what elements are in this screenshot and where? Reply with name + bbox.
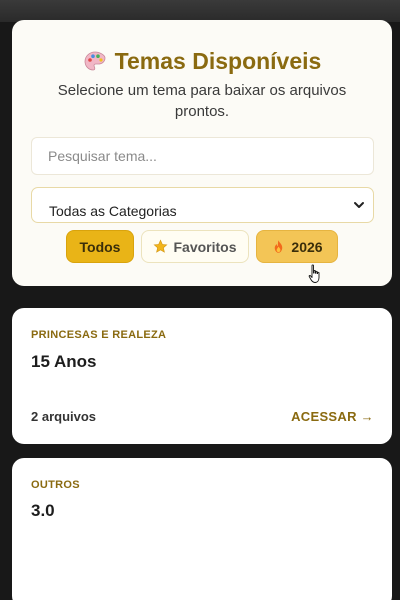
window-top-strip bbox=[0, 0, 400, 22]
themes-header-card: Temas Disponíveis Selecione um tema para… bbox=[12, 20, 392, 286]
search-input[interactable] bbox=[31, 137, 374, 175]
filter-favoritos-label: Favoritos bbox=[173, 238, 237, 255]
title-row: Temas Disponíveis bbox=[12, 48, 392, 75]
category-select-value: Todas as Categorias bbox=[49, 203, 177, 219]
page-subtitle: Selecione um tema para baixar os arquivo… bbox=[57, 82, 347, 120]
access-link[interactable]: ACESSAR → bbox=[291, 409, 374, 424]
hand-cursor-icon bbox=[308, 264, 320, 283]
theme-category: OUTROS bbox=[31, 479, 80, 491]
category-select[interactable]: Todas as Categorias bbox=[31, 187, 374, 223]
palette-icon bbox=[84, 51, 106, 70]
theme-category: PRINCESAS E REALEZA bbox=[31, 329, 167, 341]
filter-row: Todos Favoritos 2026 bbox=[12, 230, 392, 283]
filter-2026-button[interactable]: 2026 bbox=[256, 230, 338, 263]
filter-2026-label: 2026 bbox=[291, 238, 323, 255]
fire-icon bbox=[275, 240, 283, 253]
filter-favoritos-button[interactable]: Favoritos bbox=[141, 230, 249, 263]
star-icon bbox=[153, 239, 168, 253]
page-title: Temas Disponíveis bbox=[114, 48, 322, 74]
theme-file-count: 2 arquivos bbox=[31, 409, 97, 424]
filter-todos-button[interactable]: Todos bbox=[66, 230, 134, 263]
filter-todos-label: Todos bbox=[79, 238, 121, 255]
chevron-down-icon bbox=[354, 202, 364, 208]
theme-card[interactable]: PRINCESAS E REALEZA 15 Anos 2 arquivos A… bbox=[12, 308, 392, 444]
theme-title: 15 Anos bbox=[31, 352, 97, 371]
theme-title: 3.0 bbox=[31, 501, 55, 520]
theme-card[interactable]: OUTROS 3.0 bbox=[12, 458, 392, 600]
